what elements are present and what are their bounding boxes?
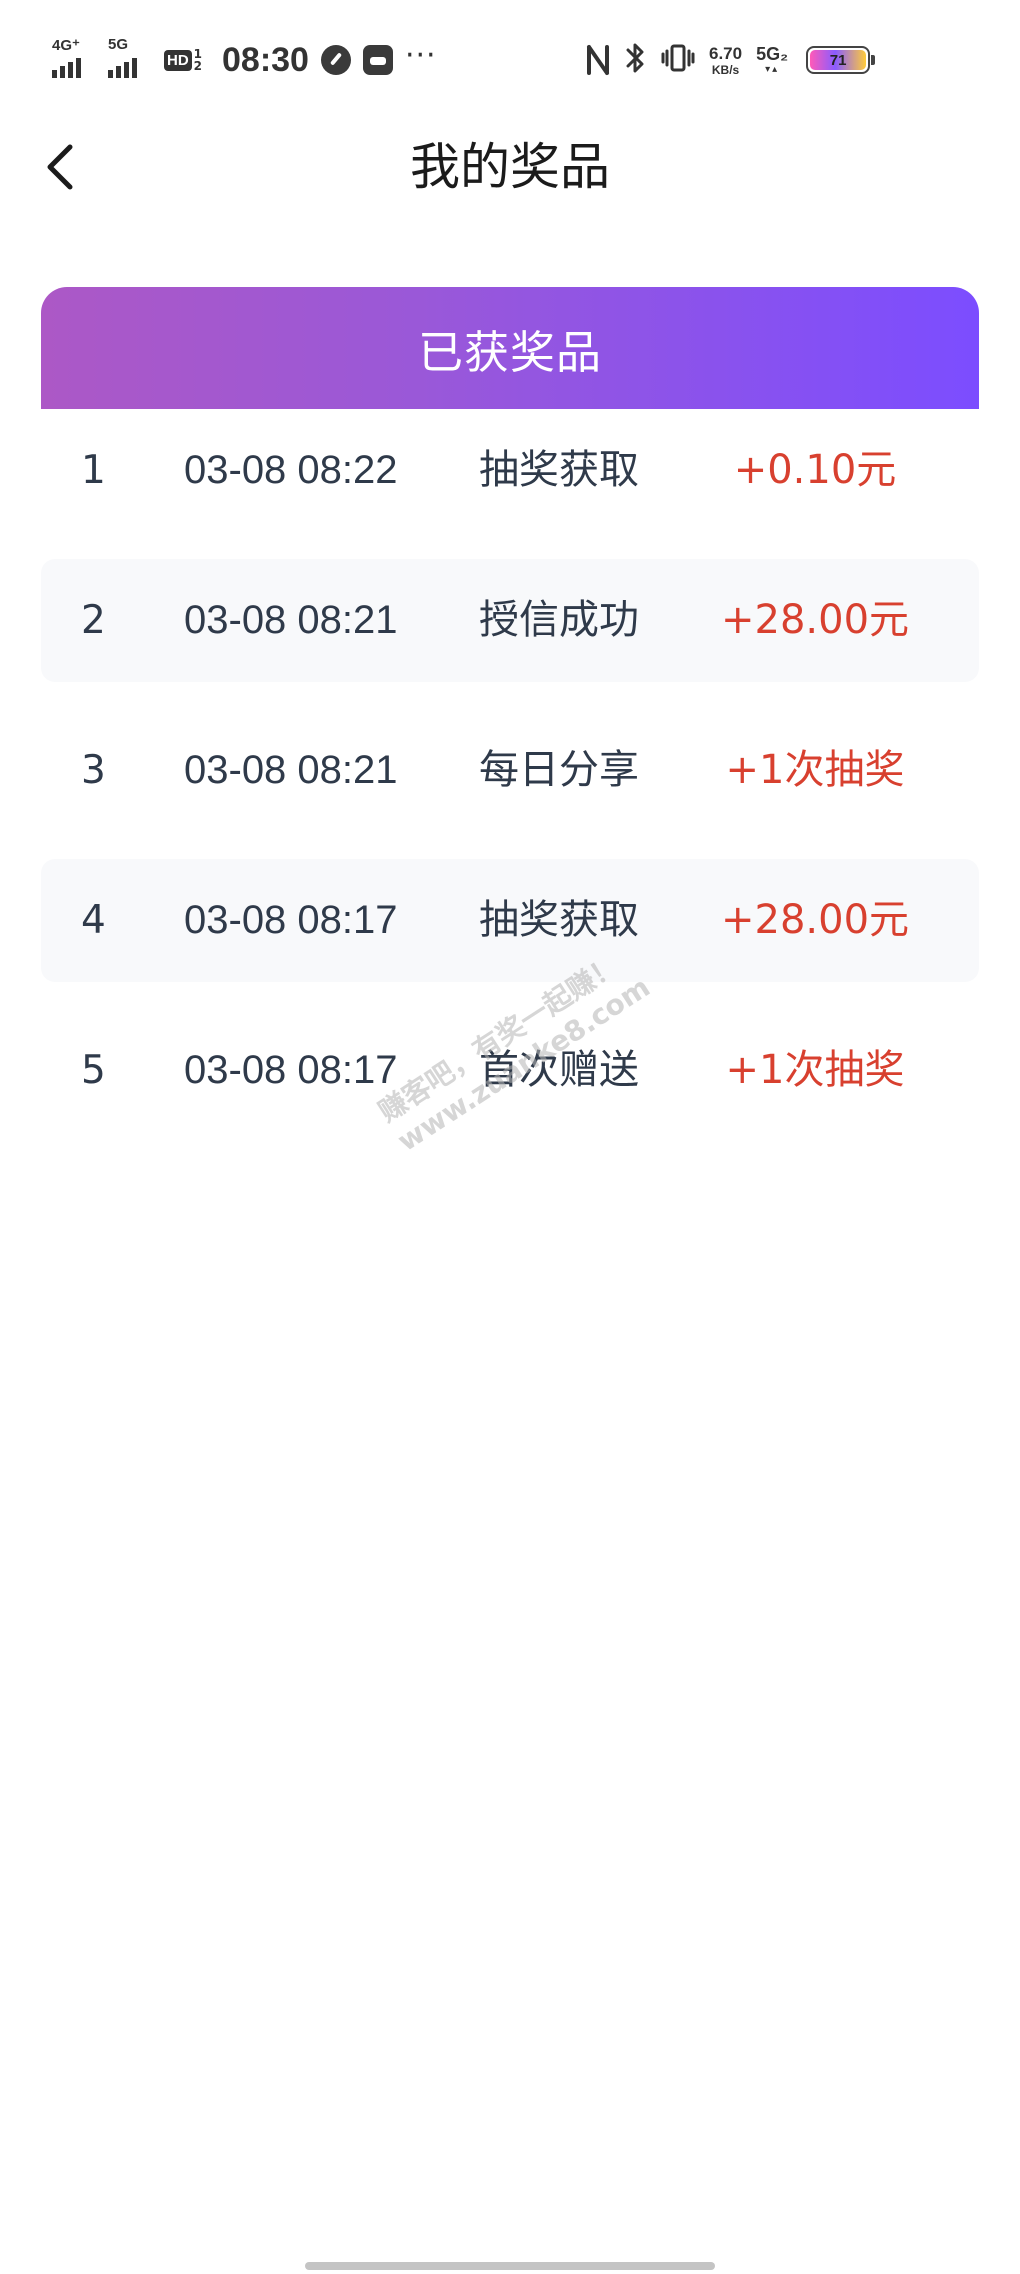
prize-list: 1 03-08 08:22 抽奖获取 +0.10元 2 03-08 08:21 … <box>41 409 979 1159</box>
row-index: 1 <box>81 448 106 493</box>
network-label-2: 5G <box>108 36 129 53</box>
vibrate-icon <box>661 41 695 79</box>
home-indicator[interactable] <box>305 2262 715 2270</box>
banner-label: 已获奖品 <box>417 325 602 379</box>
row-source: 抽奖获取 <box>479 897 639 943</box>
row-source: 抽奖获取 <box>479 447 639 493</box>
row-source: 首次赠送 <box>479 1047 639 1093</box>
hd-sub: 1 2 <box>193 47 203 73</box>
row-time: 03-08 08:21 <box>184 748 398 792</box>
status-left: 4G⁺ 5G HD 1 2 08:30 ··· <box>52 30 437 90</box>
hd-label: HD <box>164 49 192 71</box>
hd-voice-icon: HD 1 2 <box>164 45 204 75</box>
bluetooth-icon <box>625 41 647 79</box>
status-bar: 4G⁺ 5G HD 1 2 08:30 ··· 6.70 KB/s 5G₂ ▾▴… <box>0 0 1020 115</box>
speed-value: 6.70 <box>709 43 743 63</box>
table-row: 4 03-08 08:17 抽奖获取 +28.00元 <box>41 859 979 982</box>
row-index: 4 <box>81 898 106 943</box>
row-time: 03-08 08:17 <box>184 898 398 942</box>
signal-icon-2: 5G <box>108 36 152 82</box>
nfc-icon <box>585 43 611 77</box>
row-amount: +1次抽奖 <box>725 747 905 793</box>
status-right: 6.70 KB/s 5G₂ ▾▴ 71 <box>585 30 876 90</box>
row-source: 每日分享 <box>479 747 639 793</box>
status-time: 08:30 <box>222 40 309 79</box>
5g-label: 5G₂ <box>756 44 789 64</box>
row-amount: +1次抽奖 <box>725 1047 905 1093</box>
table-row: 3 03-08 08:21 每日分享 +1次抽奖 <box>41 709 979 832</box>
nav-header: 我的奖品 <box>0 115 1020 220</box>
row-index: 2 <box>81 598 106 643</box>
network-speed: 6.70 KB/s <box>709 45 742 76</box>
row-time: 03-08 08:21 <box>184 598 398 642</box>
page-title: 我的奖品 <box>410 138 610 196</box>
row-source: 授信成功 <box>479 597 639 643</box>
row-time: 03-08 08:22 <box>184 448 398 492</box>
screen: 4G⁺ 5G HD 1 2 08:30 ··· 6.70 KB/s 5G₂ ▾▴… <box>0 0 1020 2274</box>
row-amount: +28.00元 <box>720 597 910 643</box>
prizes-tab-banner: 已获奖品 <box>41 287 979 409</box>
row-time: 03-08 08:17 <box>184 1048 398 1092</box>
row-index: 3 <box>81 748 106 793</box>
table-row: 2 03-08 08:21 授信成功 +28.00元 <box>41 559 979 682</box>
signal-icon-1: 4G⁺ <box>52 37 96 82</box>
more-notifications-icon: ··· <box>404 38 437 73</box>
app-notification-icon <box>362 45 393 75</box>
battery-icon: 71 <box>806 46 876 74</box>
data-arrows-icon: ▾▴ <box>765 64 780 75</box>
network-label-1: 4G⁺ <box>52 37 80 54</box>
row-index: 5 <box>81 1048 106 1093</box>
speedometer-icon <box>320 45 351 75</box>
table-row: 1 03-08 08:22 抽奖获取 +0.10元 <box>41 409 979 532</box>
row-amount: +0.10元 <box>733 447 897 493</box>
table-row: 5 03-08 08:17 首次赠送 +1次抽奖 <box>41 1009 979 1132</box>
row-amount: +28.00元 <box>720 897 910 943</box>
speed-unit: KB/s <box>711 62 740 77</box>
5g-indicator: 5G₂ ▾▴ <box>756 45 788 75</box>
battery-level: 71 <box>810 50 867 70</box>
